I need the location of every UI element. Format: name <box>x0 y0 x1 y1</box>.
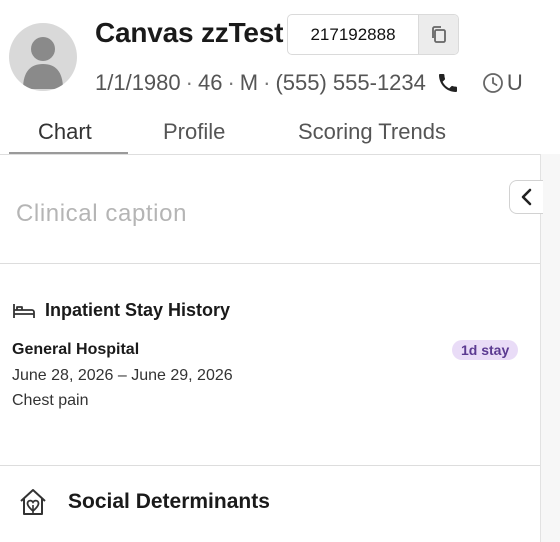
tab-chart[interactable]: Chart <box>38 119 92 145</box>
separator: · <box>185 70 193 95</box>
last-updated: U <box>482 70 523 96</box>
stay-reason: Chest pain <box>12 392 89 409</box>
demographics-row: 1/1/1980 · 46 · M · (555) 555-1234 U <box>95 68 523 98</box>
section-divider <box>0 465 540 466</box>
collapse-panel-button[interactable] <box>509 180 543 214</box>
clinical-caption-input[interactable]: Clinical caption <box>16 200 187 228</box>
last-updated-label: U <box>506 70 523 95</box>
tab-profile[interactable]: Profile <box>163 119 225 145</box>
section-divider <box>0 263 540 264</box>
chevron-left-icon <box>521 188 531 206</box>
stay-hospital: General Hospital <box>12 341 140 358</box>
phone-number: (555) 555-1234 <box>275 70 426 95</box>
stay-dates: June 28, 2026 – June 29, 2026 <box>12 367 233 384</box>
patient-name: Canvas zzTest <box>95 17 284 48</box>
stay-length-badge: 1d stay <box>452 340 519 360</box>
copy-icon <box>431 25 446 43</box>
clock-icon <box>482 73 503 93</box>
social-determinants-header: Social Determinants <box>18 487 270 517</box>
separator: · <box>263 70 271 95</box>
mrn-value: 217192888 <box>288 15 419 54</box>
tab-bar: Chart Profile Scoring Trends <box>0 112 540 155</box>
person-silhouette-icon <box>23 37 63 89</box>
sex: M <box>239 70 259 95</box>
bed-icon <box>12 301 36 321</box>
dob: 1/1/1980 <box>95 70 181 95</box>
age: 46 <box>197 70 223 95</box>
mrn-field: 217192888 <box>287 14 459 55</box>
social-determinants-title: Social Determinants <box>68 490 270 513</box>
active-tab-indicator <box>9 152 128 154</box>
tab-scoring-trends[interactable]: Scoring Trends <box>298 119 446 145</box>
inpatient-stay-history-title: Inpatient Stay History <box>45 300 231 320</box>
copy-mrn-button[interactable] <box>419 15 458 54</box>
avatar <box>9 23 77 91</box>
inpatient-stay-history-header: Inpatient Stay History <box>12 300 230 321</box>
side-panel-edge <box>540 154 560 542</box>
house-heart-icon <box>18 487 48 517</box>
separator: · <box>227 70 235 95</box>
phone-icon[interactable] <box>436 71 460 95</box>
